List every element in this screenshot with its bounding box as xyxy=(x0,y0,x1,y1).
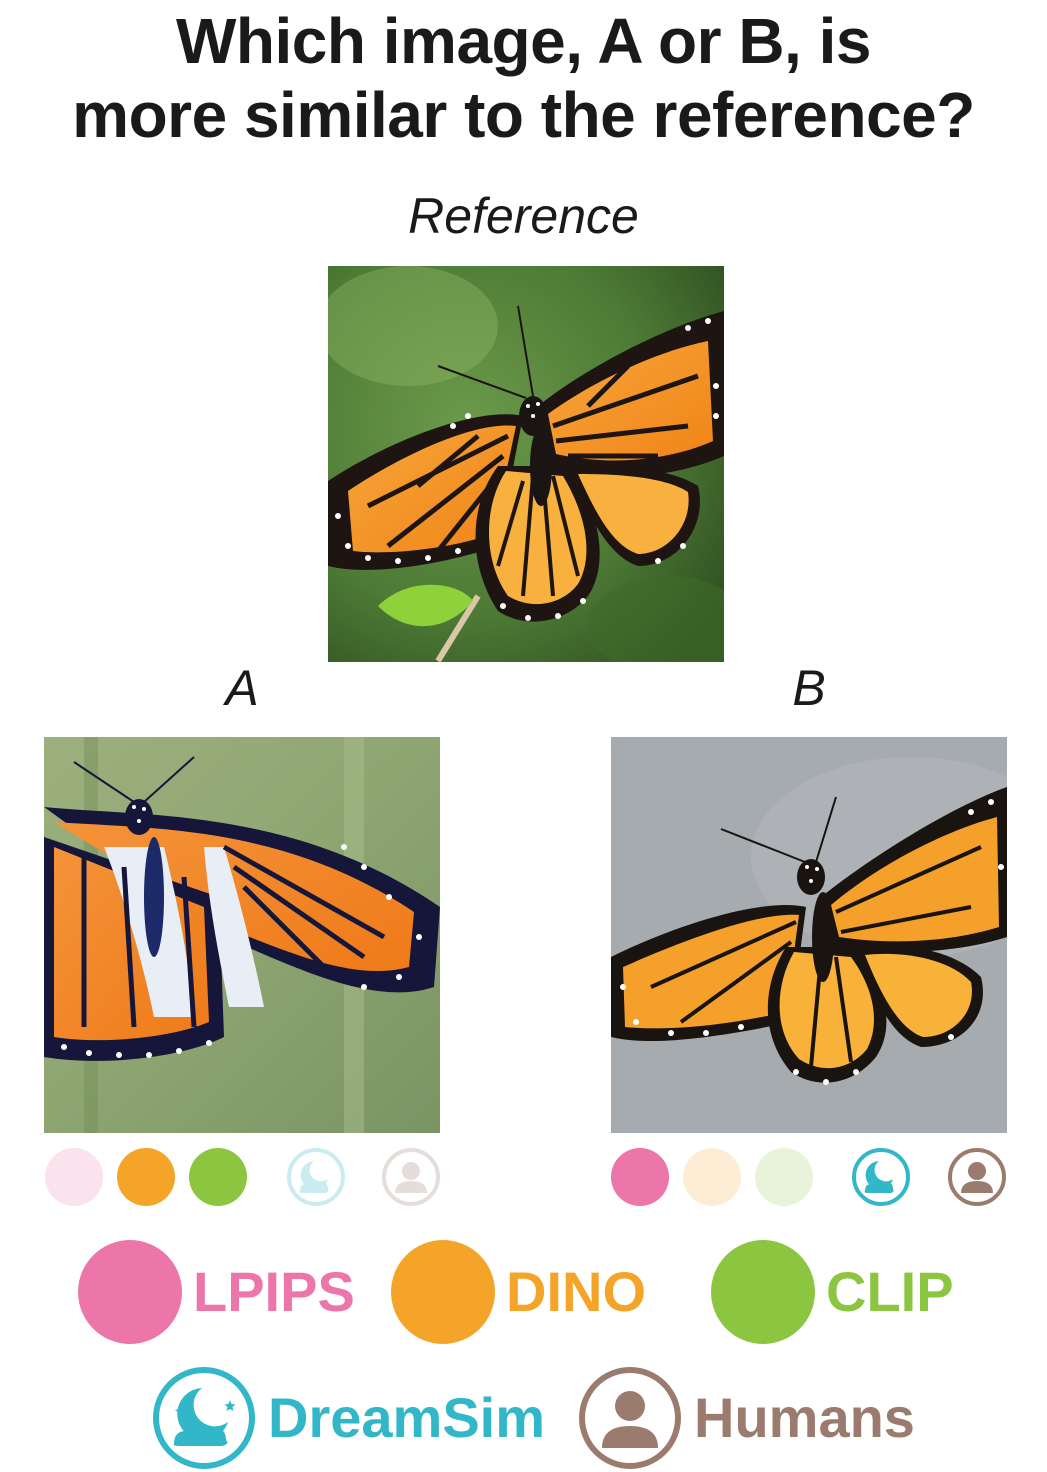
title-line-1: Which image, A or B, is xyxy=(176,5,871,77)
legend-dino-swatch xyxy=(391,1240,495,1344)
vote-a-clip xyxy=(189,1148,247,1206)
vote-b-clip xyxy=(755,1148,813,1206)
reference-label: Reference xyxy=(408,188,639,244)
question-title: Which image, A or B, is more similar to … xyxy=(0,4,1047,152)
vote-b-dreamsim-icon xyxy=(852,1148,910,1206)
vote-a-humans-icon xyxy=(382,1148,440,1206)
vote-b-dino xyxy=(683,1148,741,1206)
option-a-image[interactable] xyxy=(44,737,440,1133)
legend-dino-label: DINO xyxy=(506,1260,646,1323)
vote-a-dino xyxy=(117,1148,175,1206)
legend-lpips-label: LPIPS xyxy=(193,1260,355,1323)
reference-image xyxy=(328,266,724,662)
legend-clip-label: CLIP xyxy=(826,1260,954,1323)
option-b-label: B xyxy=(792,660,826,716)
legend-lpips-swatch xyxy=(78,1240,182,1344)
vote-a-lpips xyxy=(45,1148,103,1206)
vote-a-dreamsim-icon xyxy=(287,1148,345,1206)
vote-b-lpips xyxy=(611,1148,669,1206)
legend-dreamsim-icon xyxy=(153,1367,255,1469)
legend-clip-swatch xyxy=(711,1240,815,1344)
option-a-label: A xyxy=(225,660,259,716)
legend-humans-icon xyxy=(579,1367,681,1469)
legend-humans-label: Humans xyxy=(694,1386,915,1449)
option-b-image[interactable] xyxy=(611,737,1007,1133)
legend-dreamsim-label: DreamSim xyxy=(268,1386,546,1449)
title-line-2: more similar to the reference? xyxy=(72,79,975,151)
vote-b-humans-icon xyxy=(948,1148,1006,1206)
